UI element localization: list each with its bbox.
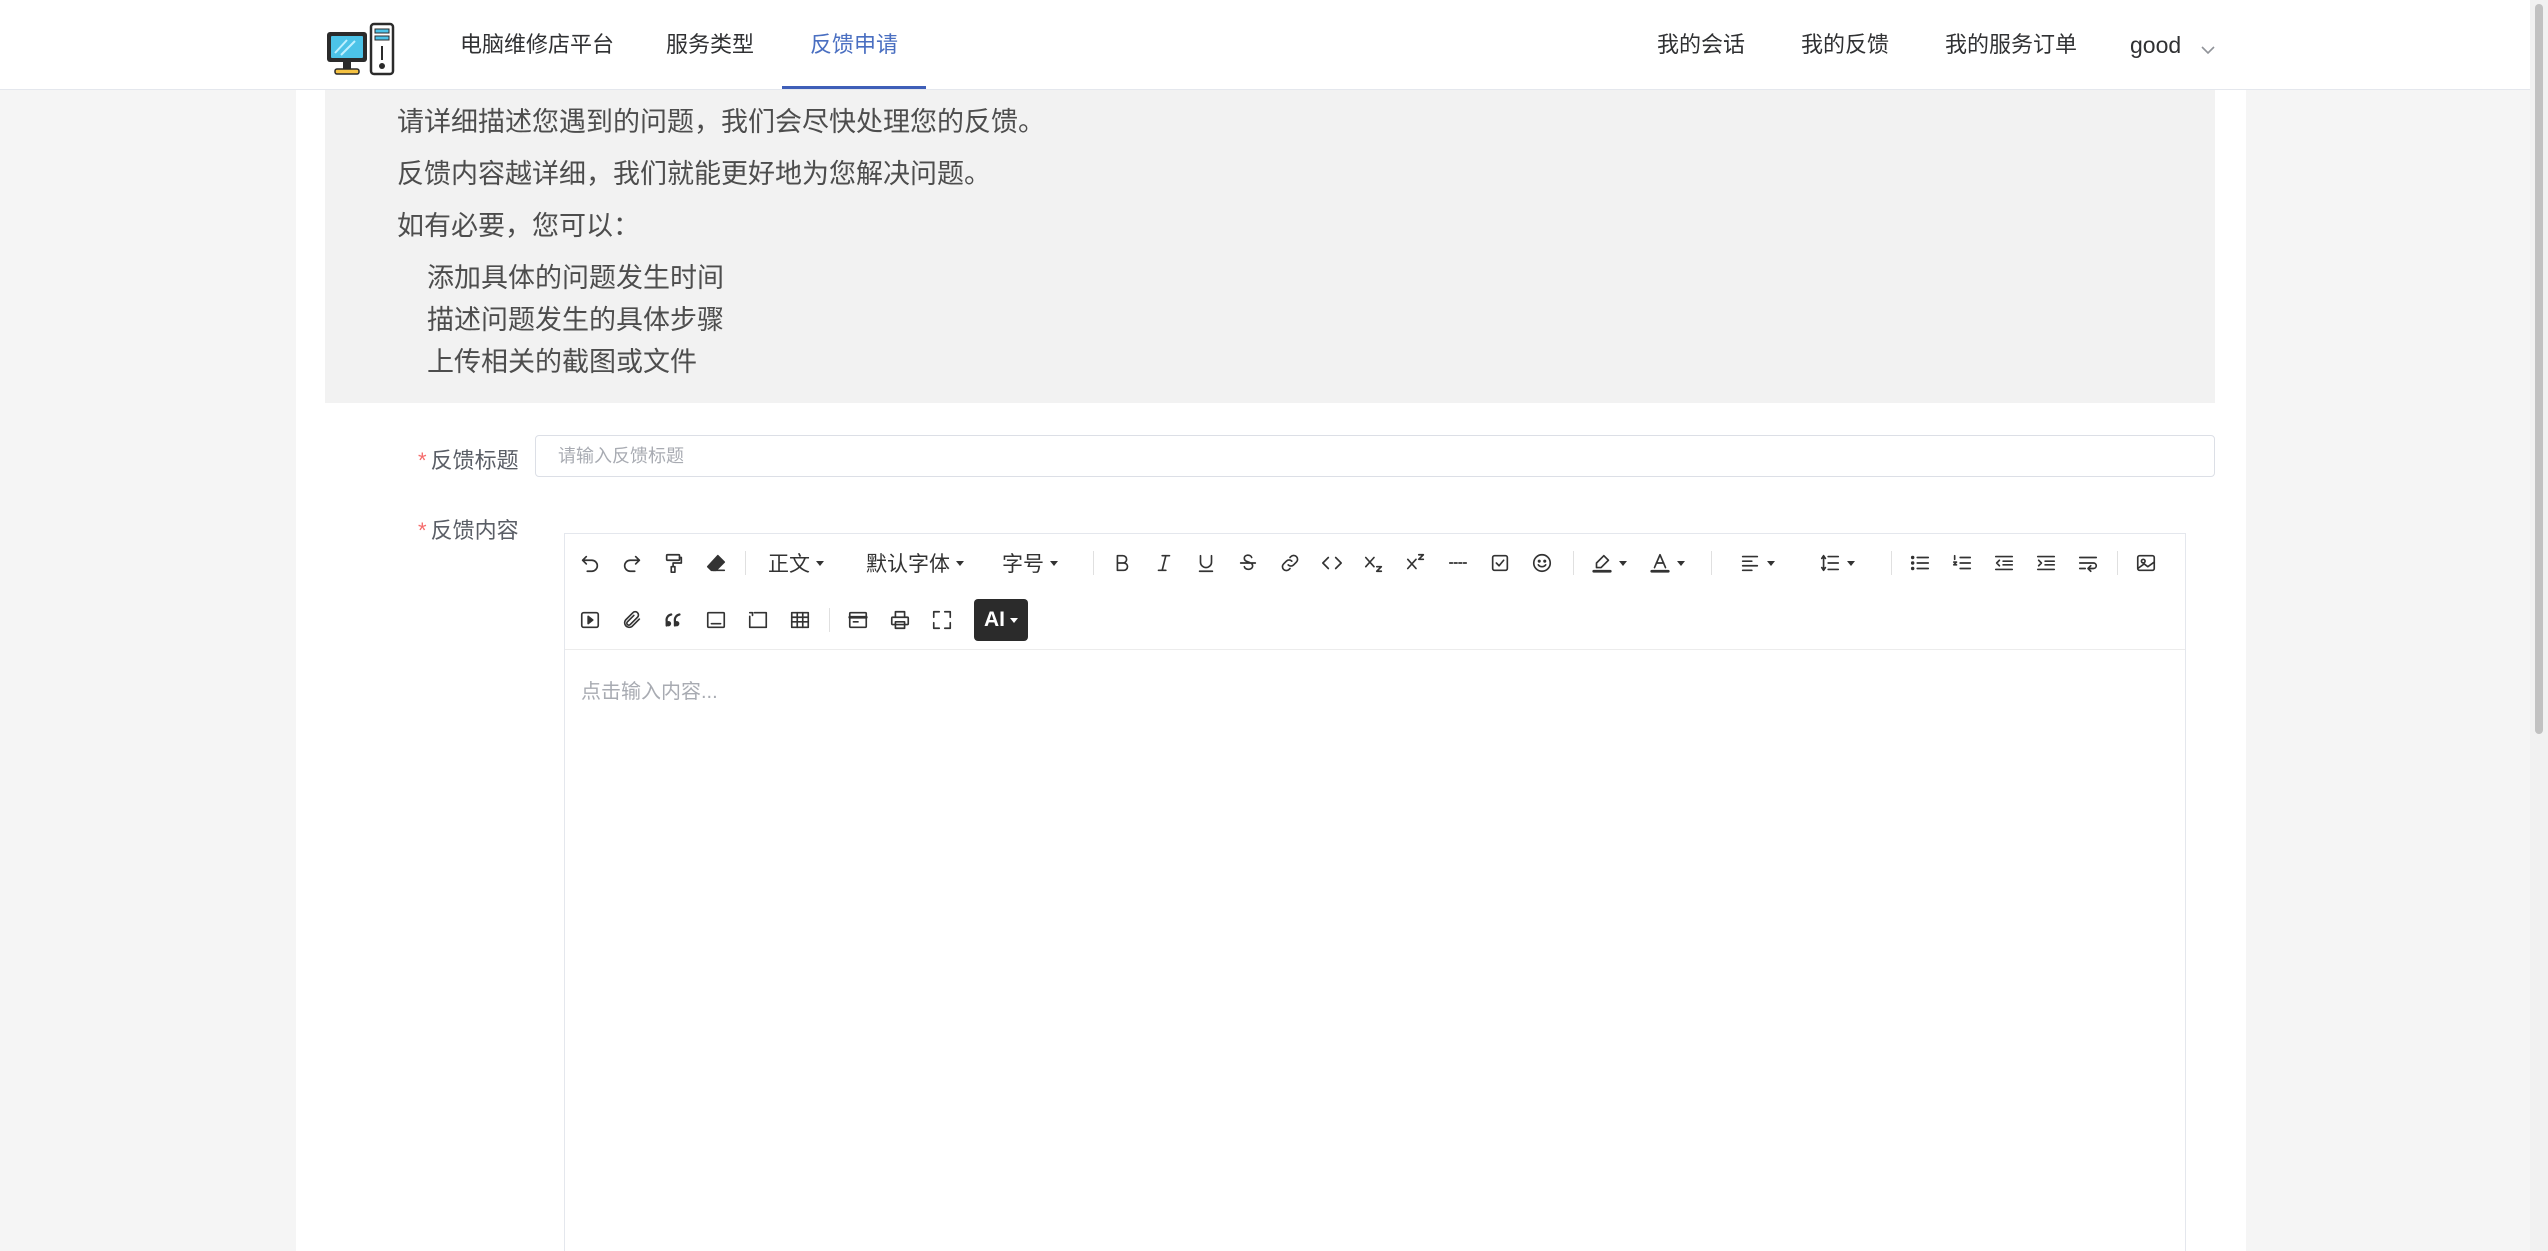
nav-service-types[interactable]: 服务类型 [666, 0, 754, 89]
heading-select-value: 正文 [768, 553, 810, 576]
feedback-title-input[interactable] [535, 435, 2215, 477]
strikethrough-icon[interactable] [1233, 543, 1263, 583]
font-size-select[interactable]: 字号 [995, 543, 1065, 583]
subscript-icon[interactable] [1359, 543, 1389, 583]
todo-checkbox-icon[interactable] [1485, 543, 1515, 583]
toolbar-divider [2117, 551, 2118, 575]
feedback-title-label: * 反馈标题 [418, 443, 519, 475]
feedback-content-label-text: 反馈内容 [430, 518, 519, 543]
emoji-icon[interactable] [1527, 543, 1557, 583]
bullet-list-icon[interactable] [1905, 543, 1935, 583]
toolbar-divider [1573, 551, 1574, 575]
font-family-select[interactable]: 默认字体 [860, 543, 970, 583]
nav-feedback-apply[interactable]: 反馈申请 [782, 0, 927, 89]
undo-icon[interactable] [575, 543, 605, 583]
guide-line: 如有必要，您可以： [397, 211, 640, 241]
font-size-select-value: 字号 [1002, 553, 1044, 576]
quote-icon[interactable] [659, 600, 689, 640]
page-scrollbar[interactable] [2530, 0, 2548, 1251]
outdent-icon[interactable] [1989, 543, 2019, 583]
font-color-icon[interactable] [1645, 543, 1689, 583]
feedback-content-label: * 反馈内容 [418, 513, 519, 545]
toolbar-divider [829, 608, 830, 632]
toolbar-divider [1891, 551, 1892, 575]
feedback-title-label-text: 反馈标题 [430, 448, 519, 473]
bold-icon[interactable] [1107, 543, 1137, 583]
fullscreen-icon[interactable] [927, 600, 957, 640]
image-icon[interactable] [2131, 543, 2161, 583]
guide-tip: 添加具体的问题发生时间 [427, 263, 724, 293]
font-family-select-value: 默认字体 [866, 553, 950, 576]
redo-icon[interactable] [617, 543, 647, 583]
guide-line: 请详细描述您遇到的问题，我们会尽快处理您的反馈。 [397, 107, 1045, 137]
nav-platform-home[interactable]: 电脑维修店平台 [460, 0, 614, 89]
heading-select[interactable]: 正文 [761, 543, 831, 583]
toolbar-divider [1711, 551, 1712, 575]
computer-repair-logo-icon[interactable] [325, 20, 400, 78]
align-icon[interactable] [1735, 543, 1779, 583]
video-icon[interactable] [575, 600, 605, 640]
editor-placeholder: 点击输入内容... [581, 681, 718, 703]
clear-format-icon[interactable] [701, 543, 731, 583]
rich-text-editor: 正文 默认字体 字号 AI 点击输入内容... [564, 533, 2186, 1251]
top-header: 电脑维修店平台 服务类型 反馈申请 我的会话 我的反馈 我的服务订单 good [0, 0, 2548, 90]
editor-toolbar: 正文 默认字体 字号 AI [565, 534, 2185, 650]
guide-tip: 上传相关的截图或文件 [427, 347, 697, 377]
chevron-down-icon [2200, 2, 2216, 92]
required-mark: * [418, 518, 427, 543]
underline-icon[interactable] [1191, 543, 1221, 583]
guide-tip: 描述问题发生的具体步骤 [427, 305, 724, 335]
format-painter-icon[interactable] [659, 543, 689, 583]
preview-icon[interactable] [843, 600, 873, 640]
attachment-icon[interactable] [617, 600, 647, 640]
toolbar-divider [1093, 551, 1094, 575]
guide-line: 反馈内容越详细，我们就能更好地为您解决问题。 [397, 159, 991, 189]
editor-content-area[interactable]: 点击输入内容... [565, 650, 2185, 1251]
link-icon[interactable] [1275, 543, 1305, 583]
text-wrap-icon[interactable] [2073, 543, 2103, 583]
highlight-color-icon[interactable] [1587, 543, 1631, 583]
footer-block-icon[interactable] [701, 600, 731, 640]
nav-my-service-orders[interactable]: 我的服务订单 [1945, 0, 2077, 89]
line-height-icon[interactable] [1815, 543, 1859, 583]
username: good [2130, 32, 2182, 58]
italic-icon[interactable] [1149, 543, 1179, 583]
superscript-icon[interactable] [1401, 543, 1431, 583]
container-block-icon[interactable] [743, 600, 773, 640]
indent-icon[interactable] [2031, 543, 2061, 583]
numbered-list-icon[interactable] [1947, 543, 1977, 583]
scrollbar-thumb[interactable] [2535, 4, 2543, 734]
code-icon[interactable] [1317, 543, 1347, 583]
print-icon[interactable] [885, 600, 915, 640]
user-menu[interactable]: good [2130, 0, 2216, 90]
nav-my-conversations[interactable]: 我的会话 [1657, 0, 1745, 89]
horizontal-rule-icon[interactable] [1443, 543, 1473, 583]
table-icon[interactable] [785, 600, 815, 640]
toolbar-divider [745, 551, 746, 575]
ai-assistant-button[interactable]: AI [974, 599, 1028, 641]
required-mark: * [418, 448, 427, 473]
feedback-guide: 请详细描述您遇到的问题，我们会尽快处理您的反馈。 反馈内容越详细，我们就能更好地… [325, 90, 2215, 403]
ai-assistant-label: AI [984, 608, 1005, 631]
nav-my-feedback[interactable]: 我的反馈 [1801, 0, 1889, 89]
